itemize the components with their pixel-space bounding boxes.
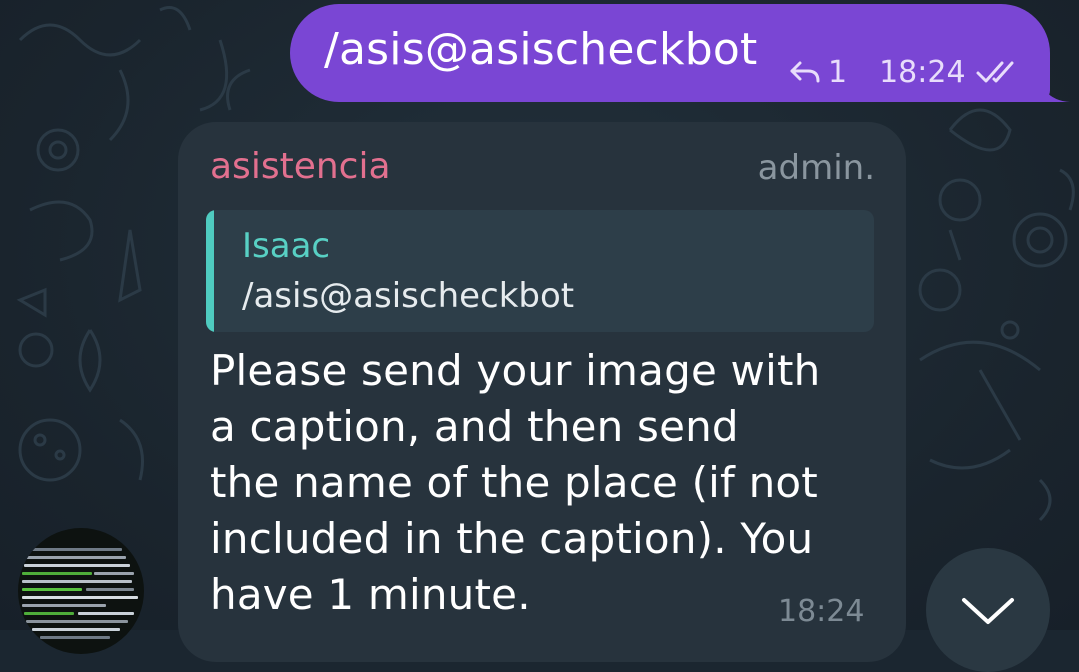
avatar-detail [26, 556, 126, 559]
avatar-detail [32, 548, 122, 551]
message-line: included in the caption). You [210, 514, 814, 563]
quote-accent-bar [206, 210, 214, 332]
avatar-detail [22, 572, 92, 575]
avatar-detail [22, 588, 82, 591]
sender-name[interactable]: asistencia [210, 146, 391, 187]
quote-author: Isaac [242, 226, 331, 266]
chevron-down-icon [962, 598, 1014, 624]
avatar-detail [78, 612, 134, 615]
reply-arrow-icon[interactable] [788, 57, 822, 87]
message-line: Please send your image with [210, 346, 821, 395]
double-check-icon [976, 61, 1014, 83]
outgoing-bubble-tail [1036, 62, 1070, 102]
admin-badge: admin. [757, 148, 875, 188]
avatar-detail [22, 580, 132, 583]
avatar-detail [22, 596, 138, 599]
incoming-message-time: 18:24 [778, 594, 865, 629]
avatar-detail [86, 588, 134, 591]
outgoing-message-time: 18:24 [879, 54, 966, 90]
message-line: the name of the place (if not [210, 458, 818, 507]
reply-count[interactable]: 1 [828, 55, 847, 90]
avatar-detail [24, 612, 74, 615]
message-line: a caption, and then send [210, 402, 739, 451]
avatar-detail [24, 564, 130, 567]
quote-text: /asis@asischeckbot [242, 276, 575, 316]
avatar-detail [22, 604, 106, 607]
outgoing-message-meta: 1 18:24 [788, 52, 1026, 92]
avatar-detail [94, 572, 134, 575]
reply-quote[interactable]: Isaac /asis@asischeckbot [206, 210, 874, 332]
avatar[interactable] [18, 528, 144, 654]
outgoing-message-text: /asis@asischeckbot [324, 24, 758, 75]
avatar-detail [40, 636, 110, 639]
message-line: have 1 minute. [210, 570, 531, 619]
scroll-down-button[interactable] [926, 548, 1050, 672]
avatar-detail [26, 620, 128, 623]
